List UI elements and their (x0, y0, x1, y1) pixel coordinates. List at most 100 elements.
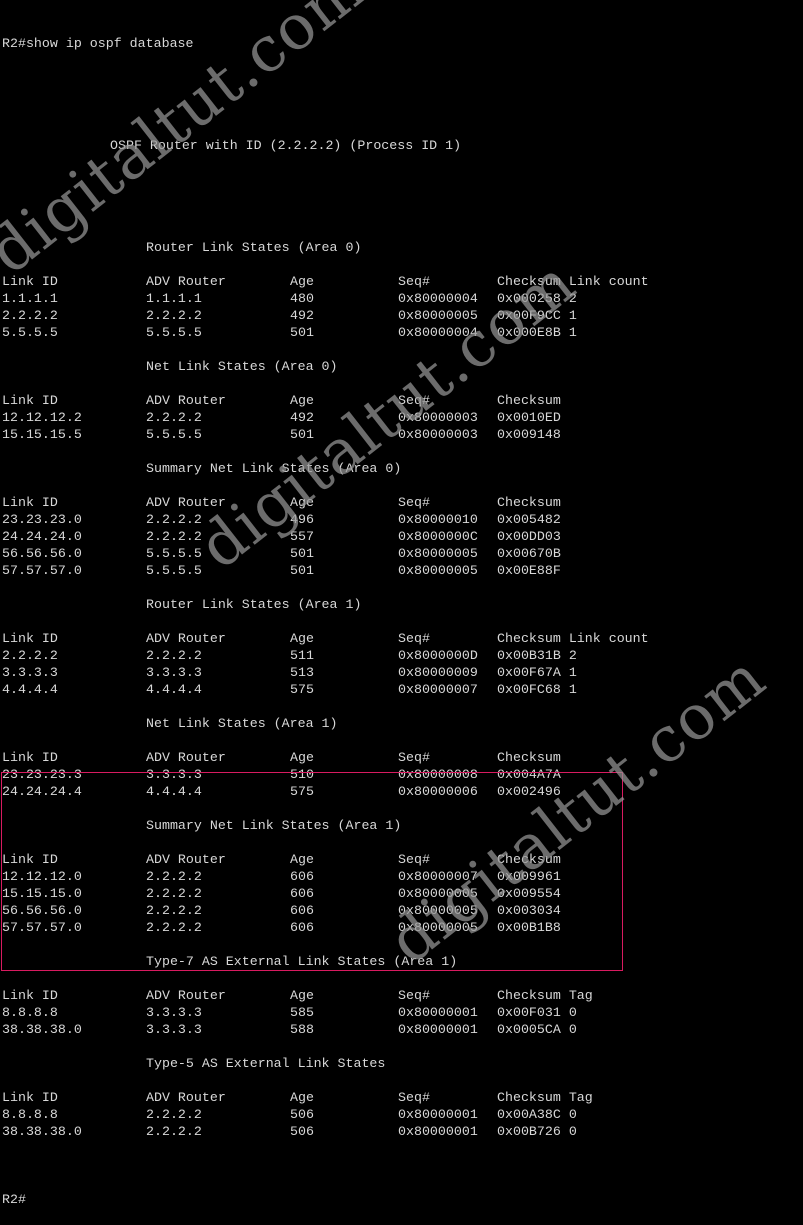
cell-link-id: 23.23.23.3 (2, 767, 82, 782)
column-header-adv-router: ADV Router (146, 1090, 226, 1105)
table-row: 57.57.57.0 2.2.2.2 606 0x80000005 0x00B1B8 (2, 919, 803, 936)
column-header-seq-number: Seq# (398, 274, 430, 289)
column-header-checksum: Checksum (497, 852, 561, 867)
column-header-seq-number: Seq# (398, 393, 430, 408)
column-header-seq-number: Seq# (398, 631, 430, 646)
terminal-window[interactable]: R2#show ip ospf database OSPF Router wit… (0, 0, 803, 1207)
cell-link-id: 8.8.8.8 (2, 1005, 58, 1020)
lsa-section: Type-7 AS External Link States (Area 1) L… (2, 953, 803, 1055)
table-row: 8.8.8.8 2.2.2.2 506 0x80000001 0x00A38C 0 (2, 1106, 803, 1123)
table-row: 4.4.4.4 4.4.4.4 575 0x80000007 0x00FC68 1 (2, 681, 803, 698)
cell-adv-router: 2.2.2.2 (146, 512, 202, 527)
column-header-link-id: Link ID (2, 274, 58, 289)
column-header-age: Age (290, 750, 314, 765)
cell-seq-number: 0x8000000C (398, 529, 478, 544)
cell-adv-router: 5.5.5.5 (146, 325, 202, 340)
table-header-row: Link ID ADV Router Age Seq# Checksum Tag (2, 987, 803, 1004)
cell-seq-number: 0x80000003 (398, 427, 478, 442)
column-header-seq-number: Seq# (398, 988, 430, 1003)
table-header-row: Link ID ADV Router Age Seq# Checksum (2, 392, 803, 409)
column-header-checksum: Checksum (497, 393, 561, 408)
cell-seq-number: 0x80000001 (398, 1022, 478, 1037)
cell-seq-number: 0x80000001 (398, 1107, 478, 1122)
column-header-checksum: Checksum (497, 495, 561, 510)
section-title: Type-5 AS External Link States (146, 1056, 386, 1071)
cell-checksum: 0x009554 (497, 886, 561, 901)
cell-seq-number: 0x80000005 (398, 546, 478, 561)
command-line: R2#show ip ospf database (2, 35, 803, 52)
cell-checksum: 0x0005CA (497, 1022, 561, 1037)
column-header-checksum: Checksum (497, 1090, 561, 1105)
cell-adv-router: 2.2.2.2 (146, 410, 202, 425)
cell-link-id: 12.12.12.2 (2, 410, 82, 425)
cell-age: 588 (290, 1022, 314, 1037)
cell-seq-number: 0x8000000D (398, 648, 478, 663)
cell-age: 480 (290, 291, 314, 306)
column-header-link-id: Link ID (2, 631, 58, 646)
table-row: 1.1.1.1 1.1.1.1 480 0x80000004 0x000258 2 (2, 290, 803, 307)
final-prompt[interactable]: R2# (2, 1192, 26, 1207)
cell-seq-number: 0x80000001 (398, 1005, 478, 1020)
column-header-link-id: Link ID (2, 988, 58, 1003)
cell-seq-number: 0x80000001 (398, 1124, 478, 1139)
cell-age: 496 (290, 512, 314, 527)
cell-checksum: 0x005482 (497, 512, 561, 527)
cell-checksum: 0x00B726 (497, 1124, 561, 1139)
table-header-row: Link ID ADV Router Age Seq# Checksum Link co… (2, 630, 803, 647)
cell-link-id: 12.12.12.0 (2, 869, 82, 884)
prompt: R2# (2, 36, 26, 51)
lsa-section: Summary Net Link States (Area 0) Link ID A… (2, 460, 803, 596)
column-header-age: Age (290, 495, 314, 510)
cell-age: 606 (290, 886, 314, 901)
lsa-section: Type-5 AS External Link States Link ID ADV… (2, 1055, 803, 1157)
column-header-adv-router: ADV Router (146, 631, 226, 646)
cell-adv-router: 5.5.5.5 (146, 427, 202, 442)
cell-extra: 1 (568, 308, 577, 323)
table-row: 2.2.2.2 2.2.2.2 511 0x8000000D 0x00B31B 2 (2, 647, 803, 664)
cell-adv-router: 3.3.3.3 (146, 1005, 202, 1020)
column-header-adv-router: ADV Router (146, 852, 226, 867)
column-header-checksum: Checksum (497, 750, 561, 765)
column-header-adv-router: ADV Router (146, 495, 226, 510)
cell-link-id: 24.24.24.4 (2, 784, 82, 799)
cell-extra: 0 (568, 1005, 577, 1020)
cell-age: 501 (290, 325, 314, 340)
cell-seq-number: 0x80000006 (398, 784, 478, 799)
cell-link-id: 56.56.56.0 (2, 903, 82, 918)
cell-checksum: 0x000258 (497, 291, 561, 306)
column-header-extra: Tag (568, 988, 593, 1003)
table-row: 56.56.56.0 2.2.2.2 606 0x80000005 0x003034 (2, 902, 803, 919)
cell-age: 506 (290, 1124, 314, 1139)
cell-link-id: 4.4.4.4 (2, 682, 58, 697)
lsa-section: Net Link States (Area 0) Link ID ADV Route… (2, 358, 803, 460)
cell-extra: 1 (568, 325, 577, 340)
cell-age: 575 (290, 682, 314, 697)
final-prompt-line[interactable]: R2# (2, 1191, 803, 1208)
cell-extra: 0 (568, 1124, 577, 1139)
cell-link-id: 2.2.2.2 (2, 648, 58, 663)
table-row: 57.57.57.0 5.5.5.5 501 0x80000005 0x00E88F (2, 562, 803, 579)
cell-adv-router: 2.2.2.2 (146, 869, 202, 884)
cell-seq-number: 0x80000007 (398, 682, 478, 697)
cell-age: 606 (290, 869, 314, 884)
cell-seq-number: 0x80000005 (398, 920, 478, 935)
cell-age: 492 (290, 308, 314, 323)
cell-checksum: 0x00F9CC (497, 308, 561, 323)
cell-link-id: 1.1.1.1 (2, 291, 58, 306)
column-header-age: Age (290, 393, 314, 408)
column-header-adv-router: ADV Router (146, 988, 226, 1003)
cell-seq-number: 0x80000010 (398, 512, 478, 527)
cell-checksum: 0x009961 (497, 869, 561, 884)
lsa-section: Router Link States (Area 1) Link ID ADV Ro… (2, 596, 803, 715)
lsa-section: Net Link States (Area 1) Link ID ADV Route… (2, 715, 803, 817)
cell-age: 513 (290, 665, 314, 680)
cell-adv-router: 4.4.4.4 (146, 682, 202, 697)
table-header-row: Link ID ADV Router Age Seq# Checksum (2, 851, 803, 868)
cell-extra: 0 (568, 1022, 577, 1037)
cell-seq-number: 0x80000004 (398, 325, 478, 340)
cell-seq-number: 0x80000005 (398, 308, 478, 323)
table-header-row: Link ID ADV Router Age Seq# Checksum (2, 494, 803, 511)
column-header-age: Age (290, 852, 314, 867)
cell-checksum: 0x00F031 (497, 1005, 561, 1020)
column-header-seq-number: Seq# (398, 495, 430, 510)
